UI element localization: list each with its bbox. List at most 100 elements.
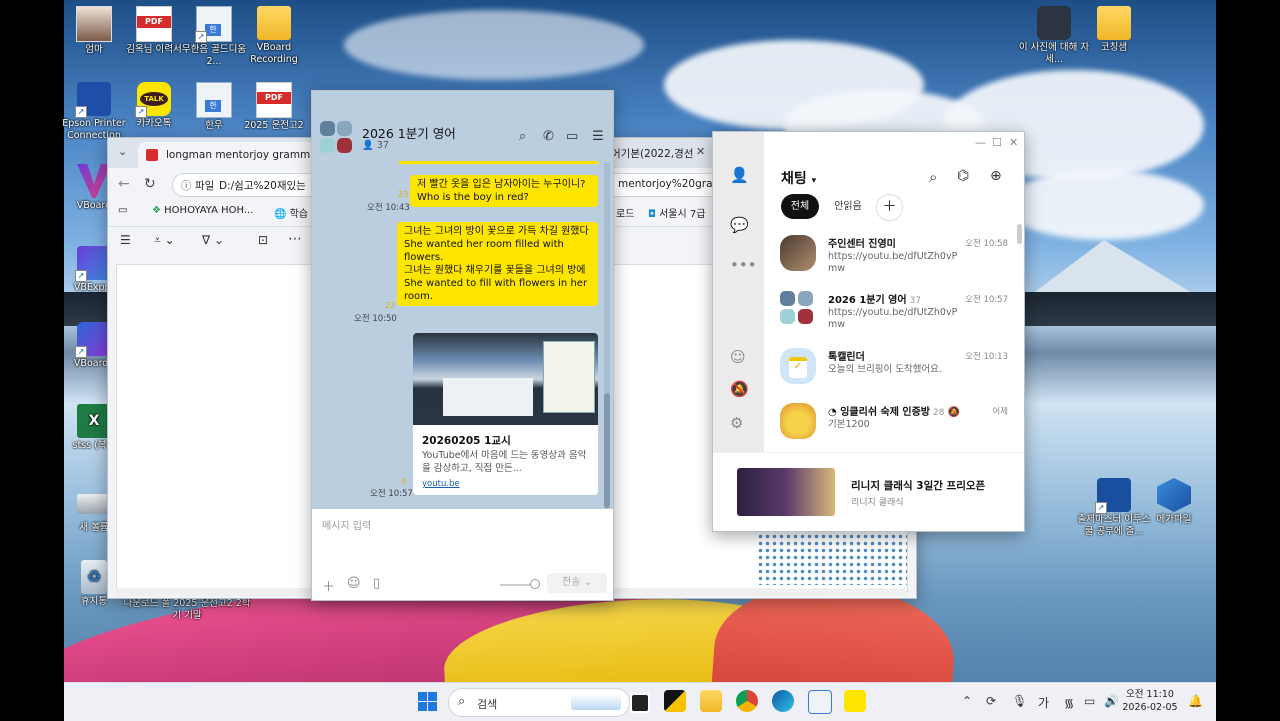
bookmark-seoul[interactable]: ◘ 서울시 7급 bbox=[648, 205, 705, 220]
reload-icon[interactable]: ↻ bbox=[144, 176, 156, 192]
menu-icon[interactable]: ☰ bbox=[592, 129, 604, 144]
call-icon[interactable]: ✆ bbox=[543, 129, 554, 144]
chrome-icon[interactable] bbox=[736, 690, 758, 712]
thumbnail-window bbox=[443, 378, 533, 416]
desktop-icon-megafile[interactable]: 메가파일 bbox=[1134, 478, 1214, 526]
desktop-icon-label: 코칭샘 bbox=[1100, 42, 1128, 53]
chat-list-item[interactable]: 주인센터 진영미 https://youtu.be/dfUtZh0vPmw 오전… bbox=[764, 229, 1022, 289]
microphone-icon[interactable]: 🎙 bbox=[1012, 694, 1027, 708]
group-avatar[interactable] bbox=[320, 121, 354, 155]
desktop-icon-vboard-recording[interactable]: VBoard Recording bbox=[234, 6, 314, 66]
new-chat-icon[interactable]: ⊕ bbox=[990, 168, 1002, 184]
tab-list-chevron-icon[interactable]: ⌄ bbox=[118, 145, 127, 158]
kakaotalk-taskbar-icon[interactable] bbox=[844, 690, 866, 712]
desktop-icon-pdf-2025[interactable]: PDF 2025 운전고2 bbox=[234, 82, 314, 132]
chat-bubble-icon[interactable]: 💬 bbox=[730, 216, 749, 234]
chat-time: 오전 10:13 bbox=[965, 352, 1008, 362]
message-time: 오전 10:43 bbox=[367, 203, 410, 213]
chat-list-item[interactable]: ✓ 톡캘린더 오늘의 브리핑이 도착했어요. 오전 10:13 bbox=[764, 342, 1022, 402]
send-button[interactable]: 전송 ⌄ bbox=[547, 573, 607, 593]
search-icon[interactable]: ⌕ bbox=[929, 168, 937, 186]
taskbar-search[interactable]: ⌕ 검색 bbox=[448, 688, 630, 717]
chat-list-title[interactable]: 채팅 ▾ bbox=[781, 168, 816, 188]
desktop-icon-label: VBoard Recording bbox=[250, 42, 298, 65]
search-icon: ⌕ bbox=[458, 694, 466, 709]
settings-gear-icon[interactable]: ⚙ bbox=[730, 414, 743, 432]
mute-icon: 🔕 bbox=[947, 407, 961, 418]
link-preview-card[interactable]: 20260205 1교시 YouTube에서 마음에 드는 동영상과 음악을 감… bbox=[413, 333, 598, 495]
ime-indicator[interactable]: 가 bbox=[1038, 694, 1049, 711]
bookmark-hohoyaya[interactable]: ❖ HOHOYAYA HOH... bbox=[152, 205, 253, 216]
notification-off-icon[interactable]: 🔕 bbox=[730, 380, 749, 398]
emoticon-icon[interactable]: ☺ bbox=[730, 348, 746, 366]
desktop-icon-download-text[interactable]: 다운로드 폴 2025 운전고2 2학기 기말 bbox=[122, 598, 252, 622]
edge-icon[interactable] bbox=[772, 690, 794, 712]
back-icon[interactable]: ← bbox=[118, 176, 130, 192]
exam-master-icon: ↗ bbox=[1095, 478, 1131, 514]
video-call-icon[interactable]: ▭ bbox=[566, 129, 578, 144]
windows-start-icon[interactable] bbox=[418, 692, 438, 712]
browser-tab-active[interactable]: longman mentorjoy grammar plus bbox=[138, 142, 346, 168]
more-icon[interactable]: ⋯ bbox=[288, 231, 302, 247]
chat-list-item[interactable]: ◔ 잉클리쉬 숙제 인증방 28 🔕 기본1200 어제 bbox=[764, 397, 1022, 457]
search-label: 검색 bbox=[477, 698, 498, 711]
chat-list-item[interactable]: 2026 1분기 영어 37 https://youtu.be/dfUtZh0vP… bbox=[764, 285, 1022, 345]
link-description: YouTube에서 마음에 드는 동영상과 음악을 감상하고, 직접 만든... bbox=[422, 450, 587, 474]
ad-subtitle: 리니지 클래식 bbox=[851, 498, 904, 508]
message-time: 오전 10:50 bbox=[354, 314, 397, 324]
message-input-area[interactable]: 메시지 입력 ＋ ☺ ▯ 전송 ⌄ bbox=[312, 509, 613, 600]
bookmark-folder-icon[interactable]: ▭ bbox=[118, 205, 127, 216]
previous-message-edge bbox=[399, 161, 598, 164]
browser-tab-2[interactable]: 어기본(2022,경선 bbox=[611, 146, 693, 161]
task-view-icon[interactable] bbox=[630, 693, 650, 713]
message-input[interactable]: 메시지 입력 bbox=[322, 517, 371, 532]
search-icon[interactable]: ⌕ bbox=[519, 129, 526, 144]
text-box-icon[interactable]: ⊡ bbox=[258, 233, 268, 247]
volume-icon[interactable]: 🔊 bbox=[1104, 694, 1119, 708]
file-icon[interactable]: ▯ bbox=[373, 576, 380, 591]
hwp-app-icon[interactable] bbox=[808, 690, 832, 714]
plus-icon[interactable]: ＋ bbox=[322, 576, 335, 595]
sticky-app-icon[interactable] bbox=[664, 690, 686, 712]
show-hidden-icons[interactable]: ⌃ bbox=[962, 694, 972, 708]
chat-scrollbar[interactable] bbox=[604, 163, 610, 508]
battery-icon[interactable]: ▭ bbox=[1084, 694, 1095, 708]
highlight-icon[interactable]: ⩡ ⌄ bbox=[154, 233, 175, 248]
close-icon[interactable]: ✕ bbox=[1009, 136, 1018, 149]
member-count[interactable]: 👤 37 bbox=[362, 140, 389, 151]
open-chat-icon[interactable]: ⌬ bbox=[957, 168, 969, 184]
address-text: D:/쉼고%20재있는 bbox=[219, 180, 306, 192]
member-avatar bbox=[337, 138, 352, 153]
sync-icon[interactable]: ⟳ bbox=[986, 694, 996, 708]
chat-name: 톡캘린더 bbox=[828, 348, 865, 363]
draw-icon[interactable]: ∇ ⌄ bbox=[202, 233, 224, 247]
message-bubble[interactable]: 저 빨간 옷을 입은 남자아이는 누구이니? Who is the boy in… bbox=[410, 175, 598, 207]
file-explorer-icon[interactable] bbox=[700, 690, 722, 712]
chat-name-text: 2026 1분기 영어 bbox=[828, 295, 907, 306]
link-domain[interactable]: youtu.be bbox=[422, 479, 460, 489]
wifi-icon[interactable]: ᯾ bbox=[1064, 694, 1074, 711]
ad-banner[interactable]: 리니지 클래식 3일간 프리오픈 리니지 클래식 bbox=[713, 452, 1024, 531]
message-bubble[interactable]: 그녀는 그녀의 방이 꽃으로 가득 차길 원했다 She wanted her … bbox=[397, 222, 598, 306]
close-tab-icon[interactable]: ✕ bbox=[696, 145, 705, 158]
chat-room-header: 2026 1분기 영어 👤 37 ⌕ ✆ ▭ ☰ bbox=[312, 91, 613, 163]
notification-icon[interactable]: 🔔 bbox=[1188, 694, 1203, 708]
scroll-thumb[interactable] bbox=[604, 393, 610, 508]
filter-unread-tab[interactable]: 안읽음 bbox=[827, 194, 869, 219]
desktop-icon-coaching[interactable]: 코칭샘 bbox=[1074, 6, 1154, 54]
person-icon: 👤 bbox=[362, 140, 374, 151]
filter-all-tab[interactable]: 전체 bbox=[781, 194, 819, 219]
emoticon-icon[interactable]: ☺ bbox=[347, 576, 361, 591]
bookmark-study[interactable]: 🌐 학습 bbox=[274, 205, 308, 220]
more-dots-icon[interactable]: ••• bbox=[730, 256, 757, 274]
list-icon[interactable]: ☰ bbox=[120, 233, 131, 247]
bookmark-load[interactable]: 로드 bbox=[616, 205, 634, 220]
add-filter-button[interactable]: ＋ bbox=[876, 194, 903, 221]
globe-icon: 🌐 bbox=[274, 209, 287, 220]
minimize-icon[interactable]: — bbox=[975, 136, 986, 149]
friends-icon[interactable]: 👤 bbox=[730, 166, 749, 184]
clock[interactable]: 오전 11:10 2026-02-05 bbox=[1120, 688, 1180, 714]
chat-name-text: 잉클리쉬 숙제 인증방 bbox=[840, 407, 930, 418]
slider-handle[interactable] bbox=[530, 579, 540, 589]
maximize-icon[interactable]: ☐ bbox=[992, 136, 1002, 149]
